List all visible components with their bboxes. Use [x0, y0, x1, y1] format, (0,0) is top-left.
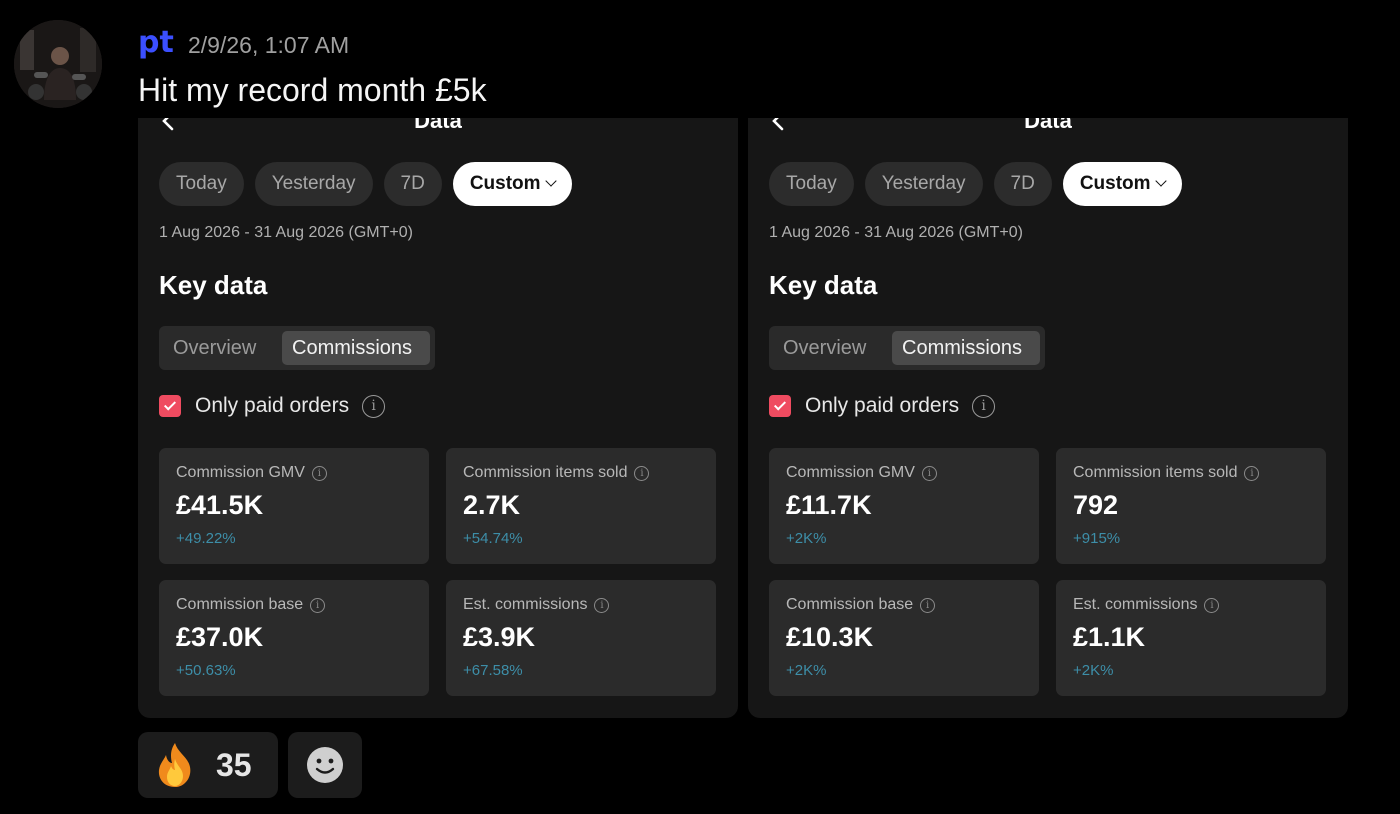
metrics-grid: Commission GMV i £11.7K +2K% Commission i… — [769, 448, 1326, 696]
info-icon: i — [921, 465, 937, 481]
metric-card: Commission items sold i 2.7K +54.74% — [446, 448, 716, 564]
app-nav-bar: Data — [748, 118, 1348, 138]
metric-card: Est. commissions i £1.1K +2K% — [1056, 580, 1326, 696]
metric-card: Commission items sold i 792 +915% — [1056, 448, 1326, 564]
info-icon: i — [594, 597, 610, 613]
metric-change: +67.58% — [463, 662, 523, 679]
metric-change: +2K% — [786, 530, 827, 547]
metric-value: £3.9K — [463, 622, 536, 652]
date-range: 1 Aug 2026 - 31 Aug 2026 (GMT+0) — [159, 224, 413, 241]
metric-value: £41.5K — [176, 490, 264, 520]
metric-value: £37.0K — [176, 622, 264, 652]
metric-value: £10.3K — [786, 622, 874, 652]
app-nav-bar: Data — [138, 118, 738, 138]
metric-value: 792 — [1073, 490, 1119, 520]
metric-value: £11.7K — [786, 490, 872, 520]
pill-7d: 7D — [383, 162, 442, 206]
checkbox-checked-icon — [769, 395, 791, 417]
add-reaction-smiley-icon — [307, 747, 343, 783]
metric-value: 2.7K — [463, 490, 521, 520]
chevron-down-icon — [1154, 175, 1167, 187]
info-icon: i — [1204, 597, 1220, 613]
segmented-control: Overview Commissions — [159, 326, 435, 370]
metric-change: +915% — [1073, 530, 1121, 547]
metrics-grid: Commission GMV i £41.5K +49.22% Commissio… — [159, 448, 716, 696]
section-title: Key data — [159, 270, 268, 300]
date-filter-pills: Today Yesterday 7D Custom — [159, 162, 572, 206]
pill-today: Today — [159, 162, 244, 206]
metric-label: Commission items sold — [463, 464, 628, 481]
segmented-control: Overview Commissions — [769, 326, 1045, 370]
metric-change: +50.63% — [176, 662, 236, 679]
metric-card: Commission GMV i £41.5K +49.22% — [159, 448, 429, 564]
metric-label: Est. commissions — [463, 596, 588, 613]
nav-title: Data — [1024, 118, 1072, 133]
metric-change: +49.22% — [176, 530, 236, 547]
metric-label: Commission base — [786, 596, 914, 613]
info-icon: i — [362, 394, 386, 418]
metric-value: £1.1K — [1073, 622, 1146, 652]
metric-label: Est. commissions — [1073, 596, 1198, 613]
fire-icon — [158, 743, 191, 787]
chevron-down-icon — [544, 175, 557, 187]
reaction-count: 35 — [216, 746, 252, 783]
info-icon: i — [1244, 465, 1260, 481]
attachment-image-2[interactable]: Data Today Yesterday 7D Custom 1 Aug 202… — [748, 118, 1348, 718]
info-icon: i — [972, 394, 996, 418]
segment-commissions: Commissions — [892, 331, 1040, 365]
pill-yesterday: Yesterday — [254, 162, 373, 206]
metric-card: Commission GMV i £11.7K +2K% — [769, 448, 1039, 564]
message-text: Hit my record month £5k — [138, 72, 487, 108]
metric-card: Commission base i £37.0K +50.63% — [159, 580, 429, 696]
metric-card: Commission base i £10.3K +2K% — [769, 580, 1039, 696]
metric-change: +2K% — [1073, 662, 1114, 679]
segment-overview: Overview — [783, 337, 867, 359]
reaction-fire-button[interactable]: 35 — [138, 732, 278, 798]
metric-label: Commission GMV — [176, 464, 305, 481]
metric-change: +54.74% — [463, 530, 523, 547]
pill-custom: Custom — [452, 162, 572, 206]
metric-label: Commission base — [176, 596, 304, 613]
paid-orders-filter: Only paid orders i — [159, 394, 386, 418]
pill-custom-label: Custom — [469, 173, 541, 194]
checkbox-checked-icon — [159, 395, 181, 417]
avatar-photo — [14, 20, 102, 108]
message-timestamp: 2/9/26, 1:07 AM — [188, 32, 350, 58]
info-icon: i — [310, 597, 326, 613]
pill-custom: Custom — [1062, 162, 1182, 206]
pill-today: Today — [769, 162, 854, 206]
metric-label: Commission items sold — [1073, 464, 1238, 481]
date-filter-pills: Today Yesterday 7D Custom — [769, 162, 1182, 206]
paid-orders-label: Only paid orders — [195, 394, 350, 417]
info-icon: i — [634, 465, 650, 481]
nav-title: Data — [414, 118, 462, 133]
message-username[interactable]: pt — [138, 26, 174, 60]
date-range: 1 Aug 2026 - 31 Aug 2026 (GMT+0) — [769, 224, 1023, 241]
pill-7d: 7D — [993, 162, 1052, 206]
reactions-bar: 35 — [138, 732, 362, 798]
add-reaction-button[interactable] — [288, 732, 362, 798]
metric-card: Est. commissions i £3.9K +67.58% — [446, 580, 716, 696]
section-title: Key data — [769, 270, 878, 300]
info-icon: i — [920, 597, 936, 613]
pill-custom-label: Custom — [1079, 173, 1151, 194]
segment-overview: Overview — [173, 337, 257, 359]
segment-commissions: Commissions — [282, 331, 430, 365]
attachment-image-1[interactable]: Data Today Yesterday 7D Custom 1 Aug 202… — [138, 118, 738, 718]
info-icon: i — [311, 465, 327, 481]
user-avatar[interactable] — [14, 20, 102, 108]
paid-orders-filter: Only paid orders i — [769, 394, 996, 418]
paid-orders-label: Only paid orders — [805, 394, 960, 417]
metric-change: +2K% — [786, 662, 827, 679]
metric-label: Commission GMV — [786, 464, 915, 481]
pill-yesterday: Yesterday — [864, 162, 983, 206]
